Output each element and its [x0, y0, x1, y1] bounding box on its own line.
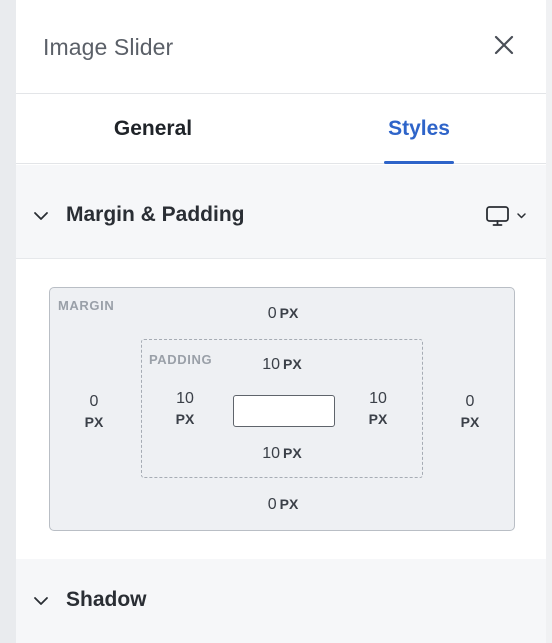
box-model-area: MARGIN 0PX 0 PX 0 PX 0PX PADDING 10PX: [16, 259, 546, 559]
margin-right-unit: PX: [460, 414, 480, 430]
background-strip-right: [546, 0, 552, 643]
section-title-margin-padding: Margin & Padding: [66, 203, 245, 226]
margin-left-value[interactable]: 0 PX: [74, 393, 114, 430]
tab-general[interactable]: General: [100, 94, 206, 164]
margin-top-value[interactable]: 0 PX: [263, 305, 303, 323]
section-title-shadow: Shadow: [66, 588, 147, 611]
padding-top-unit: PX: [283, 356, 302, 372]
desktop-icon: [486, 206, 509, 226]
padding-bottom-unit: PX: [283, 445, 302, 461]
chevron-down-icon: [34, 212, 48, 220]
settings-panel: Image Slider General Styles Margin & Pad…: [16, 0, 546, 643]
panel-title: Image Slider: [43, 34, 174, 60]
margin-bottom-unit: PX: [279, 496, 299, 512]
margin-bottom-number: 0: [267, 496, 277, 513]
content-box: [233, 395, 335, 427]
padding-top-value[interactable]: 10 PX: [256, 356, 308, 374]
section-spacer: [16, 165, 546, 177]
padding-right-unit: PX: [368, 411, 388, 427]
padding-box: PADDING 10 PX 10 PX 10 PX 10 PX: [141, 339, 423, 478]
tab-styles[interactable]: Styles: [377, 94, 461, 164]
background-strip-left: [0, 0, 16, 643]
chevron-down-icon: [517, 213, 526, 219]
chevron-down-icon: [34, 597, 48, 605]
padding-label: PADDING: [149, 352, 213, 367]
margin-right-number: 0: [465, 393, 475, 410]
active-tab-indicator: [384, 161, 454, 164]
padding-right-number: 10: [369, 390, 387, 407]
padding-top-number: 10: [262, 356, 281, 373]
panel-header: Image Slider: [16, 0, 546, 94]
tab-bar: General Styles: [16, 94, 546, 164]
padding-left-value[interactable]: 10 PX: [165, 390, 205, 427]
margin-label: MARGIN: [58, 298, 115, 313]
shadow-section-header[interactable]: Shadow: [16, 559, 546, 643]
padding-bottom-value[interactable]: 10 PX: [256, 445, 308, 463]
padding-bottom-number: 10: [262, 445, 281, 462]
padding-right-value[interactable]: 10 PX: [358, 390, 398, 427]
margin-box: MARGIN 0PX 0 PX 0 PX 0PX PADDING 10PX: [49, 287, 515, 531]
padding-left-number: 10: [176, 390, 194, 407]
padding-left-unit: PX: [175, 411, 195, 427]
margin-bottom-value[interactable]: 0 PX: [263, 496, 303, 514]
close-icon: [494, 35, 514, 55]
margin-right-value[interactable]: 0 PX: [450, 393, 490, 430]
close-button[interactable]: [492, 33, 516, 57]
margin-padding-section-header[interactable]: Margin & Padding: [16, 177, 546, 259]
responsive-device-button[interactable]: [484, 204, 512, 228]
margin-left-unit: PX: [84, 414, 104, 430]
margin-top-unit: PX: [279, 305, 299, 321]
margin-left-number: 0: [89, 393, 99, 410]
margin-top-number: 0: [267, 305, 277, 322]
